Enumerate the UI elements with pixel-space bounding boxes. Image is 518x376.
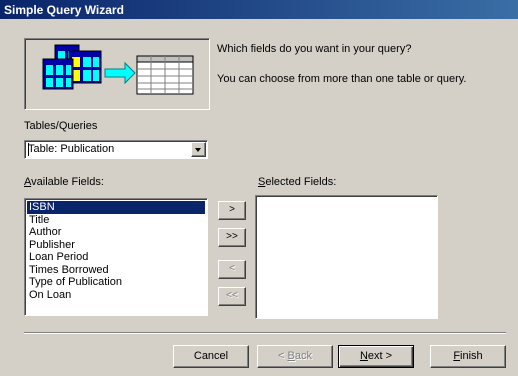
- remove-field-button[interactable]: <: [218, 260, 246, 279]
- list-item[interactable]: Author: [27, 226, 205, 239]
- list-item[interactable]: ISBN: [27, 201, 205, 214]
- intro-question: Which fields do you want in your query?: [217, 43, 412, 55]
- back-button[interactable]: < Back: [257, 345, 333, 368]
- selected-fields-label: Selected Fields:: [258, 176, 337, 188]
- selected-fields-list[interactable]: [255, 195, 438, 319]
- list-item[interactable]: On Loan: [27, 289, 205, 302]
- text-cursor: [28, 143, 29, 156]
- footer-divider: [24, 332, 506, 334]
- dropdown-arrow-icon[interactable]: [191, 142, 206, 157]
- available-fields-label: Available Fields:: [24, 176, 104, 188]
- list-item[interactable]: Times Borrowed: [27, 264, 205, 277]
- add-field-button[interactable]: >: [218, 201, 246, 220]
- list-item[interactable]: Title: [27, 214, 205, 227]
- add-all-fields-button[interactable]: >>: [218, 228, 246, 247]
- tables-queries-value: Table: Publication: [28, 143, 115, 155]
- list-item[interactable]: Type of Publication: [27, 276, 205, 289]
- list-item[interactable]: Loan Period: [27, 251, 205, 264]
- table-to-query-icon: [42, 44, 194, 95]
- intro-hint: You can choose from more than one table …: [217, 73, 467, 85]
- tables-queries-combo[interactable]: Table: Publication: [24, 140, 208, 159]
- window-title: Simple Query Wizard: [0, 0, 518, 19]
- remove-all-fields-button[interactable]: <<: [218, 287, 246, 306]
- next-button[interactable]: Next >: [338, 345, 414, 368]
- finish-button[interactable]: Finish: [430, 345, 506, 368]
- wizard-illustration: [24, 38, 210, 110]
- list-item[interactable]: Publisher: [27, 239, 205, 252]
- available-fields-list[interactable]: ISBN Title Author Publisher Loan Period …: [24, 198, 208, 316]
- tables-queries-label: Tables/Queries: [24, 120, 98, 132]
- cancel-button[interactable]: Cancel: [173, 345, 249, 368]
